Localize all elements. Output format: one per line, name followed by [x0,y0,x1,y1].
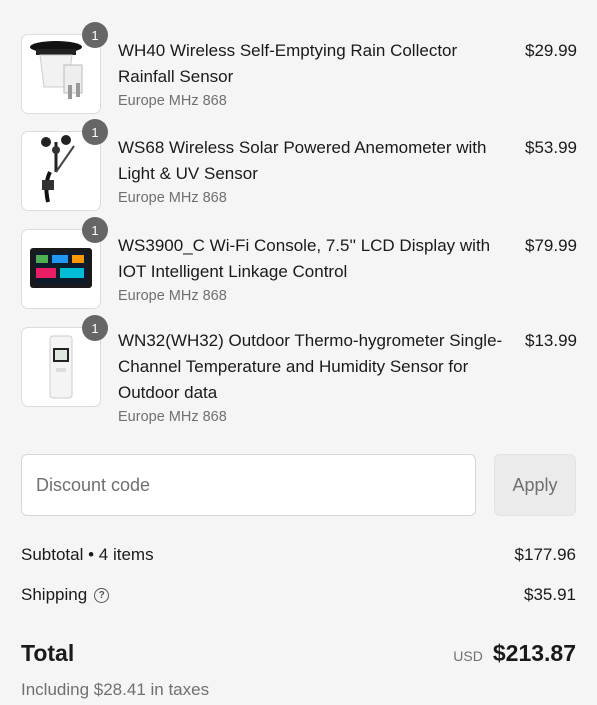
product-thumbnail: 1 [21,22,108,114]
shipping-label: Shipping [21,585,88,604]
quantity-badge: 1 [82,22,108,48]
shipping-row: Shipping? $35.91 [21,585,576,605]
subtotal-label: Subtotal • 4 items [21,545,154,564]
thermo-hygrometer-icon [49,335,73,399]
product-name: WS68 Wireless Solar Powered Anemometer w… [118,135,513,209]
product-name: WN32(WH32) Outdoor Thermo-hygrometer Sin… [118,328,513,428]
product-name: WH40 Wireless Self-Emptying Rain Collect… [118,38,513,112]
product-thumbnail: 1 [21,315,108,407]
product-thumbnail: 1 [21,217,108,309]
product-price: $79.99 [525,236,577,255]
product-variant: Europe MHz 868 [118,93,227,109]
product-name: WS3900_C Wi-Fi Console, 7.5'' LCD Displa… [118,233,513,307]
subtotal-row: Subtotal • 4 items $177.96 [21,545,576,565]
product-price: $29.99 [525,41,577,60]
product-thumbnail: 1 [21,119,108,211]
product-price: $53.99 [525,138,577,157]
product-variant: Europe MHz 868 [118,190,227,206]
quantity-badge: 1 [82,217,108,243]
console-icon [30,248,92,288]
subtotal-value: $177.96 [514,545,576,564]
taxes-note: Including $28.41 in taxes [21,680,210,699]
total-value: $213.87 [492,640,576,666]
product-variant: Europe MHz 868 [118,409,227,425]
apply-discount-button[interactable]: Apply [494,454,576,516]
product-price: $13.99 [525,331,577,350]
quantity-badge: 1 [82,119,108,145]
currency-code: USD [453,648,483,664]
help-icon[interactable]: ? [94,588,110,603]
discount-code-input[interactable] [21,454,476,516]
product-variant: Europe MHz 868 [118,288,227,304]
rain-collector-icon [30,41,83,99]
quantity-badge: 1 [82,315,108,341]
total-row: Total USD $213.87 [21,640,576,667]
anemometer-icon [41,135,75,203]
shipping-value: $35.91 [524,585,576,604]
total-label: Total [21,640,75,666]
